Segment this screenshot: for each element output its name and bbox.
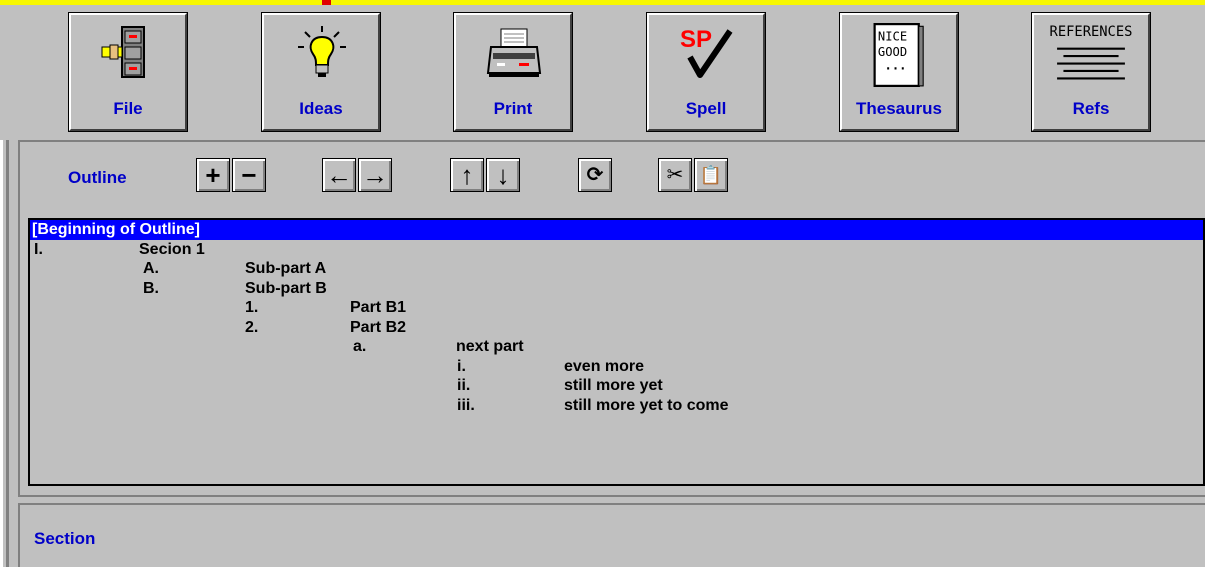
add-icon: + [205,160,221,190]
main-toolbar: File Ideas Print SP Spell NICE GOOD ... … [0,5,1205,140]
thesaurus-button[interactable]: NICE GOOD ... Thesaurus [839,12,959,132]
ideas-button[interactable]: Ideas [261,12,381,132]
refresh-icon: ⟳ [586,164,604,186]
refs-button-label: Refs [1072,99,1110,118]
move-down-button[interactable]: ↓ [486,158,520,192]
outline-row[interactable]: iii. still more yet to come [30,396,1203,416]
outline-row-text: Sub-part A [245,260,327,277]
outline-row-text: next part [456,338,524,355]
thesaurus-book-icon: NICE GOOD ... [873,23,924,87]
outline-header-row[interactable]: [Beginning of Outline] [30,220,1203,240]
refresh-group: ⟳ [578,158,614,192]
outline-label: Outline [68,168,127,187]
outline-row[interactable]: A. Sub-part A [30,259,1203,279]
spell-button[interactable]: SP Spell [646,12,766,132]
thesaurus-button-label: Thesaurus [856,99,942,118]
outline-row-text: still more yet [564,377,663,394]
cut-paste-group: ✂ 📋 [658,158,730,192]
spell-icon-text: SP [680,26,712,53]
outline-row-number: i. [457,357,466,375]
section-panel: Section [18,503,1205,567]
outline-row-number: iii. [457,396,475,414]
outdent-button[interactable]: ← [322,158,356,192]
thesaurus-icon-line-3: ... [885,58,907,72]
file-button[interactable]: File [68,12,188,132]
outline-row-number: ii. [457,377,471,394]
outline-row-number: 2. [245,318,259,336]
outline-row[interactable]: 2. Part B2 [30,318,1203,338]
outline-row-text: Part B1 [350,299,407,316]
section-label: Section [34,529,96,548]
outline-row-number: 1. [245,299,259,316]
cut-button[interactable]: ✂ [658,158,692,192]
outline-row-text: Part B2 [350,318,407,336]
spell-button-label: Spell [685,99,727,118]
scissors-icon: ✂ [666,164,684,186]
left-arrow-icon: ← [326,160,352,190]
outline-list[interactable]: [Beginning of Outline] I. Secion 1 A. Su… [28,218,1205,486]
outline-row[interactable]: B. Sub-part B [30,279,1203,299]
outline-row-text: still more yet to come [564,396,729,414]
right-arrow-icon: → [362,160,388,190]
outline-row-number: A. [143,260,159,277]
outline-row[interactable]: I. Secion 1 [30,240,1203,260]
outline-header-text: [Beginning of Outline] [32,221,200,238]
remove-button[interactable]: − [232,158,266,192]
thesaurus-icon-line-2: GOOD [878,45,907,59]
outline-row-text: even more [564,357,645,375]
ideas-button-label: Ideas [299,99,343,118]
thesaurus-icon-line-1: NICE [878,30,907,44]
down-arrow-icon: ↓ [496,160,510,190]
outline-row[interactable]: 1. Part B1 [30,298,1203,318]
outline-row-text: Sub-part B [245,279,327,297]
indent-button[interactable]: → [358,158,392,192]
file-cabinet-icon [101,26,145,78]
refs-icon-text: REFERENCES [1050,24,1133,40]
indent-group: ← → [322,158,394,192]
add-remove-group: + − [196,158,268,192]
outline-row-number: I. [34,240,43,258]
refresh-button[interactable]: ⟳ [578,158,612,192]
printer-icon [486,28,542,77]
outline-row[interactable]: a. next part [30,337,1203,357]
lightbulb-icon [298,26,346,77]
refs-button[interactable]: REFERENCES Refs [1031,12,1151,132]
panel-divider [18,495,1205,497]
print-button[interactable]: Print [453,12,573,132]
outline-panel: Outline + − ← → ↑ ↓ ⟳ ✂ 📋 [Beginning of … [18,140,1205,495]
spellcheck-icon: SP [680,26,733,78]
outline-row-number: B. [143,279,159,297]
outline-row[interactable]: ii. still more yet [30,376,1203,396]
outline-row[interactable]: i. even more [30,357,1203,377]
print-button-label: Print [493,99,533,118]
paste-button[interactable]: 📋 [694,158,728,192]
move-group: ↑ ↓ [450,158,522,192]
clipboard-icon: 📋 [699,165,723,185]
file-button-label: File [113,99,143,118]
up-arrow-icon: ↑ [460,160,474,190]
add-button[interactable]: + [196,158,230,192]
move-up-button[interactable]: ↑ [450,158,484,192]
outline-row-text: Secion 1 [139,240,205,258]
references-icon: REFERENCES [1050,24,1133,80]
remove-icon: − [241,160,257,190]
outline-row-number: a. [353,338,367,355]
